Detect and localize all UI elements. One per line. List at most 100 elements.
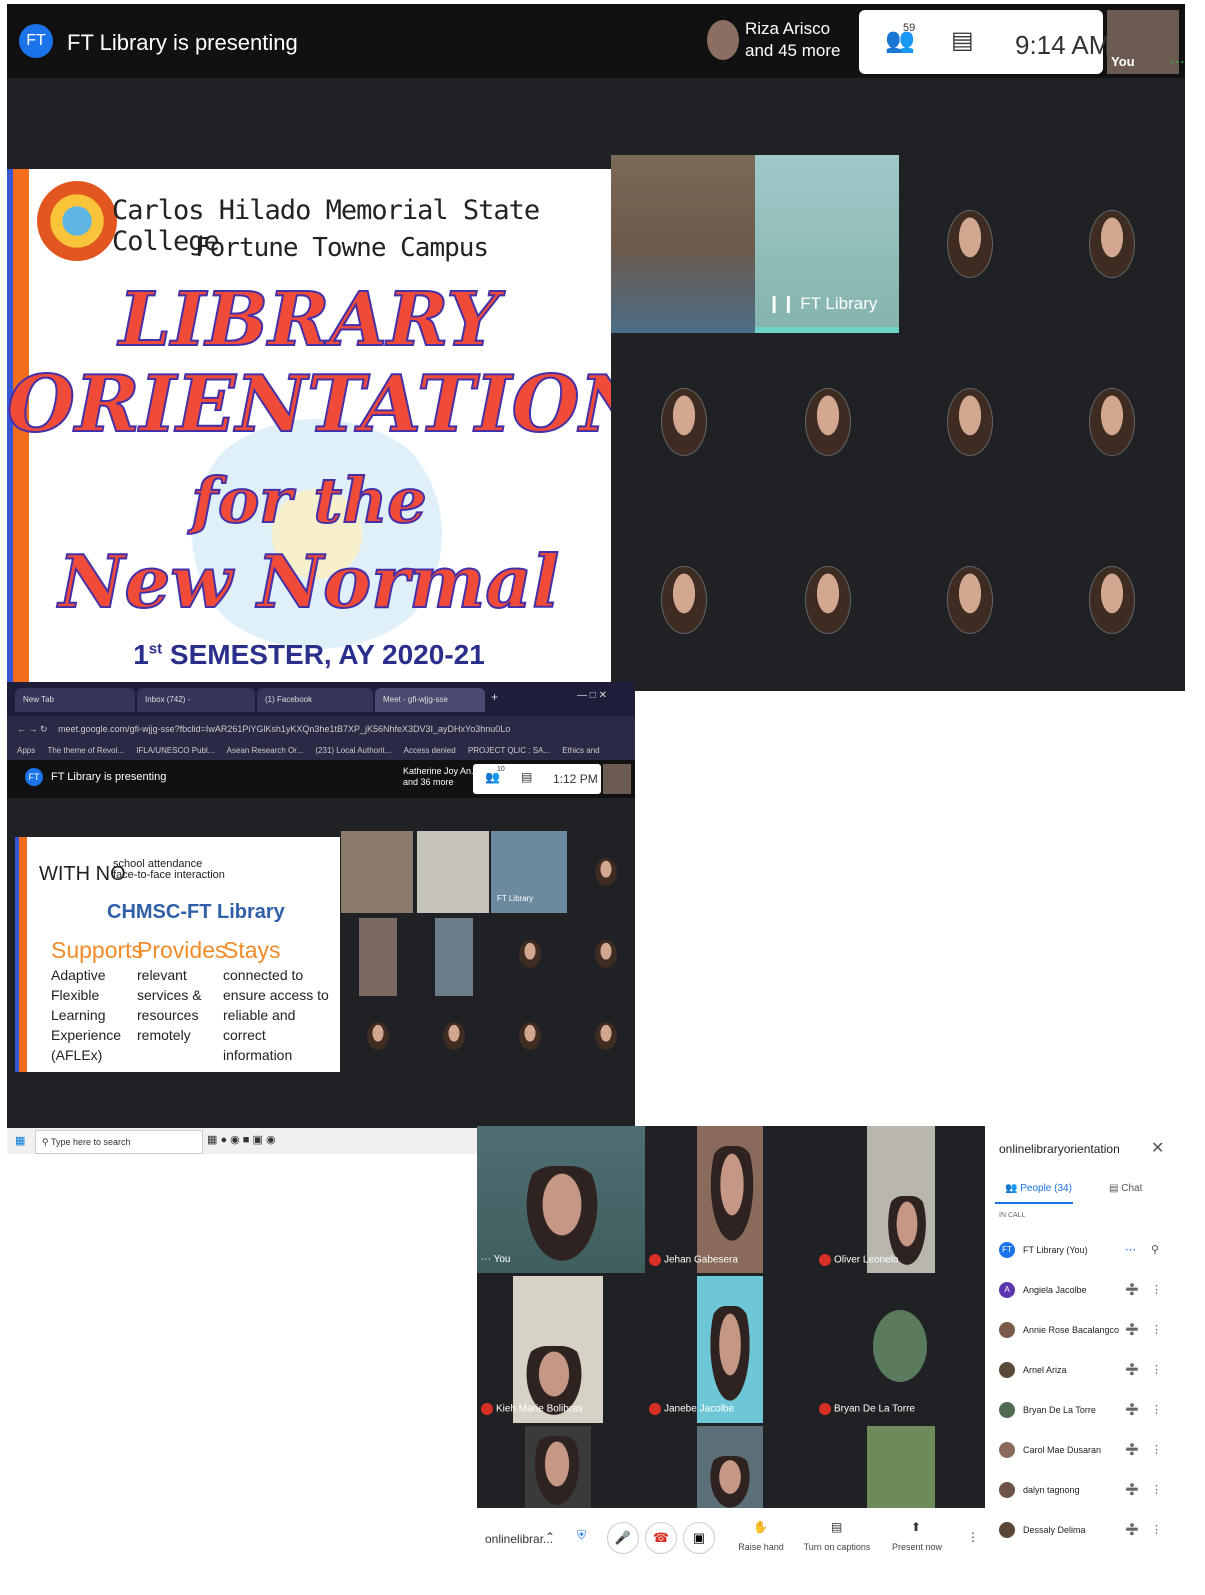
mic-off-icon[interactable]: ➗ bbox=[1125, 1283, 1139, 1296]
mic-off-icon[interactable]: ➗ bbox=[1125, 1363, 1139, 1376]
participant-video[interactable] bbox=[359, 918, 397, 996]
participant-video[interactable] bbox=[867, 1126, 935, 1273]
window-controls[interactable]: — □ ✕ bbox=[577, 690, 607, 701]
pinned-video-name: FT Library bbox=[800, 294, 878, 313]
participant-video[interactable] bbox=[525, 1426, 591, 1508]
participant-video[interactable] bbox=[477, 1126, 645, 1273]
participant-tile[interactable] bbox=[661, 566, 707, 634]
mic-off-icon[interactable]: ➗ bbox=[1125, 1403, 1139, 1416]
browser-tab[interactable]: (1) Facebook bbox=[257, 688, 373, 712]
more-options-icon[interactable]: ⋮ bbox=[967, 1530, 979, 1544]
participant-tile[interactable] bbox=[595, 1022, 617, 1050]
participant-video[interactable] bbox=[435, 918, 473, 996]
participant-tile[interactable] bbox=[519, 1022, 541, 1050]
participant-tile[interactable] bbox=[1089, 566, 1135, 634]
participant-row[interactable]: Bryan De La Torre ➗ ⋮ bbox=[999, 1390, 1164, 1430]
self-view-video[interactable] bbox=[603, 764, 631, 794]
browser-tab[interactable]: Inbox (742) - ruwy.tuble@chmsc bbox=[137, 688, 255, 728]
participant-tile[interactable] bbox=[1089, 388, 1135, 456]
participant-row[interactable]: FT FT Library (You) ⋯ ⚲ bbox=[999, 1230, 1164, 1270]
chat-icon[interactable]: ▤ bbox=[521, 770, 532, 784]
participant-row[interactable]: dalyn tagnong ➗ ⋮ bbox=[999, 1470, 1164, 1510]
taskbar-apps[interactable]: ▦ ● ◉ ■ ▣ ◉ bbox=[207, 1133, 276, 1146]
shield-icon[interactable]: ⛨ bbox=[577, 1528, 586, 1543]
slide-line: Learning bbox=[51, 1007, 106, 1023]
participant-tile[interactable] bbox=[805, 566, 851, 634]
taskbar-search[interactable]: ⚲ Type here to search bbox=[35, 1130, 203, 1154]
captions-label[interactable]: Turn on captions bbox=[797, 1542, 877, 1552]
close-icon[interactable]: ✕ bbox=[1151, 1138, 1164, 1158]
address-bar[interactable]: ← → ↻ meet.google.com/gfi-wjjg-sse?fbcli… bbox=[7, 716, 635, 742]
mic-off-icon[interactable]: ➗ bbox=[1125, 1483, 1139, 1496]
participant-video[interactable] bbox=[513, 1276, 603, 1423]
bookmark[interactable]: Apps bbox=[17, 746, 35, 755]
more-options-icon[interactable]: ⋮ bbox=[1151, 1283, 1162, 1296]
tab-people[interactable]: 👥 People (34) bbox=[1005, 1183, 1072, 1194]
meeting-code[interactable]: onlinelibrar... bbox=[485, 1532, 553, 1546]
more-options-icon[interactable]: ⋮ bbox=[1151, 1523, 1162, 1536]
other-participants-name: Katherine Joy An... bbox=[403, 766, 479, 776]
participant-video[interactable] bbox=[697, 1276, 763, 1423]
slide-line: connected to bbox=[223, 967, 304, 983]
more-options-icon[interactable]: ⋮ bbox=[1151, 1443, 1162, 1456]
participant-tile[interactable] bbox=[947, 210, 993, 278]
participant-row[interactable]: A Angiela Jacolbe ➗ ⋮ bbox=[999, 1270, 1164, 1310]
browser-tab[interactable]: New Tab bbox=[15, 688, 135, 712]
participant-video[interactable] bbox=[341, 831, 413, 913]
tab-chat[interactable]: ▤ Chat bbox=[1109, 1183, 1142, 1194]
other-participants[interactable]: Katherine Joy An... and 36 more bbox=[403, 766, 479, 788]
bookmark[interactable]: IFLA/UNESCO Publ... bbox=[136, 746, 214, 755]
participant-tile[interactable] bbox=[661, 388, 707, 456]
participant-video[interactable] bbox=[697, 1426, 763, 1508]
participant-tile[interactable] bbox=[1089, 210, 1135, 278]
pin-icon[interactable]: ⚲ bbox=[1151, 1243, 1159, 1256]
bookmark[interactable]: Access denied bbox=[404, 746, 456, 755]
participant-tile[interactable] bbox=[519, 940, 541, 968]
participant-tile[interactable] bbox=[595, 858, 617, 886]
participant-row[interactable]: Carol Mae Dusaran ➗ ⋮ bbox=[999, 1430, 1164, 1470]
nav-arrows-icon[interactable]: ← → ↻ bbox=[17, 724, 48, 734]
bookmark[interactable]: PROJECT QLIC : SA... bbox=[468, 746, 550, 755]
participant-tile[interactable] bbox=[367, 1022, 389, 1050]
mic-off-icon[interactable]: ➗ bbox=[1125, 1323, 1139, 1336]
windows-start-icon[interactable]: ▦ bbox=[15, 1134, 25, 1147]
participant-tile[interactable] bbox=[947, 388, 993, 456]
more-options-icon[interactable]: ⋮ bbox=[1151, 1323, 1162, 1336]
bookmark[interactable]: Asean Research Or... bbox=[227, 746, 303, 755]
participant-row[interactable]: Arnel Ariza ➗ ⋮ bbox=[999, 1350, 1164, 1390]
participant-video[interactable] bbox=[417, 831, 489, 913]
more-options-icon[interactable]: ⋮ bbox=[1151, 1483, 1162, 1496]
leave-call-icon[interactable]: ☎ bbox=[645, 1522, 677, 1554]
more-options-icon[interactable]: ⋮ bbox=[1151, 1363, 1162, 1376]
participant-video[interactable] bbox=[867, 1426, 935, 1508]
participant-tile[interactable] bbox=[443, 1022, 465, 1050]
microphone-icon[interactable]: 🎤 bbox=[607, 1522, 639, 1554]
participant-tile[interactable] bbox=[595, 940, 617, 968]
mic-off-icon[interactable]: ➗ bbox=[1125, 1443, 1139, 1456]
bookmark[interactable]: (231) Local Authorit... bbox=[315, 746, 391, 755]
present-icon[interactable]: ⬆ bbox=[911, 1520, 921, 1534]
participant-video[interactable] bbox=[611, 155, 755, 333]
semester-text: SEMESTER, AY 2020-21 bbox=[162, 639, 485, 670]
raise-hand-icon[interactable]: ✋ bbox=[753, 1520, 768, 1534]
slide-line: Flexible bbox=[51, 987, 100, 1003]
captions-icon[interactable]: ▤ bbox=[831, 1520, 842, 1534]
present-label[interactable]: Present now bbox=[877, 1542, 957, 1552]
participant-video[interactable] bbox=[697, 1126, 763, 1273]
chevron-up-icon[interactable]: ⌃ bbox=[545, 1530, 555, 1544]
more-options-icon[interactable]: ⋯ bbox=[1169, 52, 1185, 72]
more-options-icon[interactable]: ⋮ bbox=[1151, 1403, 1162, 1416]
participant-row[interactable]: Annie Rose Bacalangco ➗ ⋮ bbox=[999, 1310, 1164, 1350]
raise-hand-label[interactable]: Raise hand bbox=[721, 1542, 801, 1552]
participant-tile[interactable] bbox=[947, 566, 993, 634]
participant-tile[interactable] bbox=[873, 1310, 927, 1382]
bookmark[interactable]: The theme of Revol... bbox=[47, 746, 123, 755]
mic-off-icon[interactable]: ➗ bbox=[1125, 1523, 1139, 1536]
chat-icon[interactable]: ▤ bbox=[951, 26, 974, 55]
participant-row[interactable]: Dessaly Delima ➗ ⋮ bbox=[999, 1510, 1164, 1550]
new-tab-icon[interactable]: + bbox=[491, 690, 498, 704]
participant-tile[interactable] bbox=[805, 388, 851, 456]
other-participants[interactable]: Riza Arisco and 45 more bbox=[745, 18, 840, 62]
camera-icon[interactable]: ▣ bbox=[683, 1522, 715, 1554]
browser-tab-active[interactable]: Meet - gfi-wjjg-sse bbox=[375, 688, 485, 712]
